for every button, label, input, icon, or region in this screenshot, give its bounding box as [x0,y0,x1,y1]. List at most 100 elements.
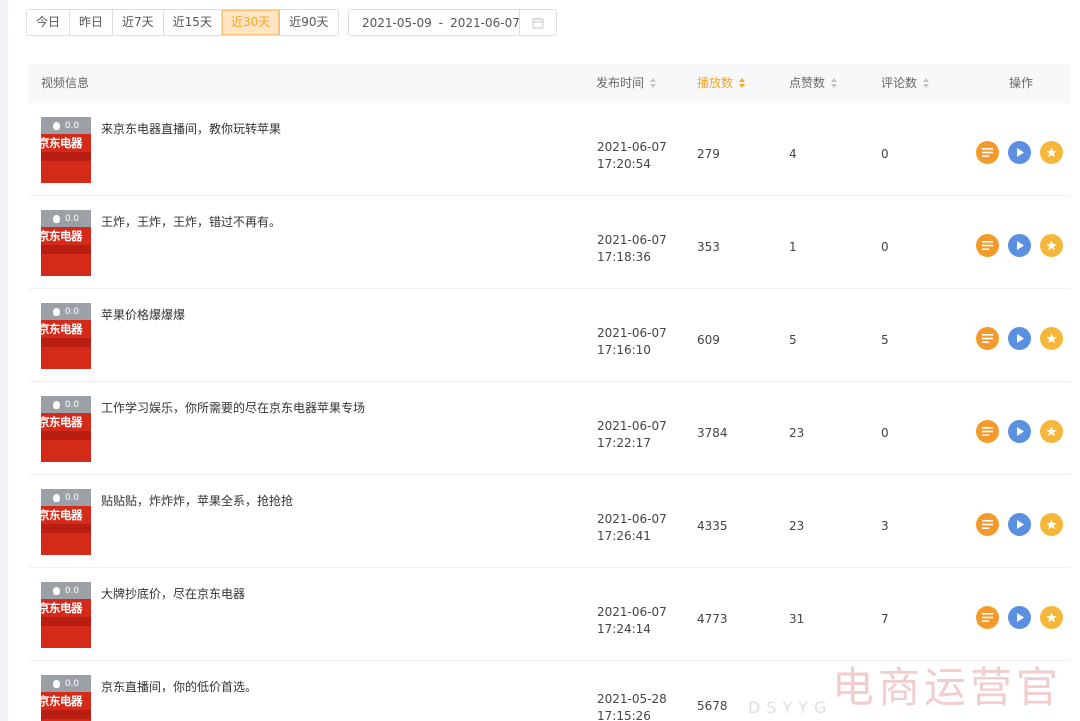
play-icon [1016,520,1024,529]
video-title[interactable]: 王炸，王炸，王炸，错过不再有。 [101,213,281,230]
publish-date: 2021-06-07 [597,233,667,247]
play-button[interactable] [1008,141,1031,164]
quick-range-button[interactable]: 今日 [27,10,71,35]
heat-badge: 0.0 [41,396,91,413]
col-comments[interactable]: 评论数 [881,64,930,103]
publish-clock: 17:16:10 [597,343,651,357]
star-icon [1046,519,1057,530]
video-thumbnail[interactable]: 0.0 京东电器 [41,489,91,555]
star-icon [1046,612,1057,623]
publish-time: 2021-05-28 17:15:26 [597,691,667,721]
play-count: 4335 [697,519,728,533]
video-thumbnail[interactable]: 0.0 京东电器 [41,303,91,369]
play-count: 4773 [697,612,728,626]
heat-badge: 0.0 [41,303,91,320]
video-thumbnail[interactable]: 0.0 京东电器 [41,210,91,276]
comment-count: 5 [881,333,889,347]
video-thumbnail[interactable]: 0.0 京东电器 [41,675,91,721]
publish-clock: 17:26:41 [597,529,651,543]
publish-time: 2021-06-07 17:24:14 [597,604,667,638]
publish-date: 2021-06-07 [597,140,667,154]
detail-button[interactable] [976,234,999,257]
video-thumbnail[interactable]: 0.0 京东电器 [41,396,91,462]
play-button[interactable] [1008,513,1031,536]
date-range-picker[interactable]: 2021-05-09 - 2021-06-07 [348,9,557,36]
favorite-button[interactable] [1040,327,1063,350]
table-header: 视频信息 发布时间 播放数 点赞数 评论数 操作 [28,64,1071,103]
date-end: 2021-06-07 [450,15,520,30]
play-icon [1016,241,1024,250]
sort-caret-icon[interactable] [831,77,838,88]
detail-button[interactable] [976,606,999,629]
sort-caret-icon[interactable] [650,77,657,88]
play-button[interactable] [1008,234,1031,257]
video-title[interactable]: 大牌抄底价，尽在京东电器 [101,585,245,602]
detail-button[interactable] [976,420,999,443]
table-row: 0.0 京东电器 大牌抄底价，尽在京东电器 2021-06-07 17:24:14 477… [28,568,1071,661]
calendar-icon[interactable] [519,10,556,35]
col-actions: 操作 [1009,76,1034,90]
thumbnail-stripe [41,152,91,161]
sort-caret-icon[interactable] [923,77,930,88]
col-plays[interactable]: 播放数 [697,64,746,103]
detail-button[interactable] [976,141,999,164]
quick-range-button[interactable]: 近7天 [113,10,164,35]
row-actions [976,234,1063,257]
publish-time: 2021-06-07 17:22:17 [597,418,667,452]
video-title[interactable]: 来京东电器直播间，教你玩转苹果 [101,120,281,137]
video-title[interactable]: 京东直播间，你的低价首选。 [101,678,257,695]
heat-badge: 0.0 [41,489,91,506]
detail-button[interactable] [976,327,999,350]
play-count: 279 [697,147,720,161]
favorite-button[interactable] [1040,141,1063,164]
col-likes[interactable]: 点赞数 [789,64,838,103]
col-publish-time[interactable]: 发布时间 [596,64,657,103]
video-thumbnail[interactable]: 0.0 京东电器 [41,117,91,183]
video-thumbnail[interactable]: 0.0 京东电器 [41,582,91,648]
video-title[interactable]: 苹果价格爆爆爆 [101,306,185,323]
thumbnail-stripe [41,710,91,719]
favorite-button[interactable] [1040,420,1063,443]
thumbnail-brand: 京东电器 [41,601,83,615]
detail-button[interactable] [976,513,999,536]
flame-icon [52,400,60,409]
like-count: 1 [789,240,797,254]
detail-list-icon [982,427,993,436]
video-title[interactable]: 贴贴贴，炸炸炸，苹果全系，抢抢抢 [101,492,293,509]
play-button[interactable] [1008,606,1031,629]
play-count: 5678 [697,699,728,713]
detail-list-icon [982,520,993,529]
publish-date: 2021-06-07 [597,605,667,619]
sort-caret-icon[interactable] [739,77,746,88]
publish-date: 2021-06-07 [597,512,667,526]
heat-badge: 0.0 [41,675,91,692]
quick-range-button[interactable]: 近30天 [221,10,281,35]
publish-time: 2021-06-07 17:26:41 [597,511,667,545]
publish-date: 2021-05-28 [597,692,667,706]
play-button[interactable] [1008,420,1031,443]
quick-range-group: 今日 昨日 近7天 近15天 近30天 近90天 [26,9,339,36]
play-count: 353 [697,240,720,254]
quick-range-button[interactable]: 近15天 [163,10,222,35]
favorite-button[interactable] [1040,234,1063,257]
table-row: 0.0 京东电器 贴贴贴，炸炸炸，苹果全系，抢抢抢 2021-06-07 17:26:4… [28,475,1071,568]
quick-range-button[interactable]: 昨日 [70,10,114,35]
quick-range-button[interactable]: 近90天 [280,10,338,35]
publish-date: 2021-06-07 [597,326,667,340]
detail-list-icon [982,148,993,157]
video-table: 视频信息 发布时间 播放数 点赞数 评论数 操作 0.0 京东电器 来京东电器直播间… [28,64,1071,721]
row-actions [976,420,1063,443]
thumbnail-stripe [41,431,91,440]
comment-count: 0 [881,147,889,161]
publish-clock: 17:22:17 [597,436,651,450]
table-row: 0.0 京东电器 王炸，王炸，王炸，错过不再有。 2021-06-07 17:18:36… [28,196,1071,289]
comment-count: 7 [881,612,889,626]
col-plays-label: 播放数 [697,76,734,90]
play-button[interactable] [1008,327,1031,350]
favorite-button[interactable] [1040,606,1063,629]
heat-value: 0.0 [64,306,80,317]
favorite-button[interactable] [1040,513,1063,536]
video-title[interactable]: 工作学习娱乐，你所需要的尽在京东电器苹果专场 [101,399,365,416]
col-video-info: 视频信息 [41,76,90,90]
detail-list-icon [982,613,993,622]
